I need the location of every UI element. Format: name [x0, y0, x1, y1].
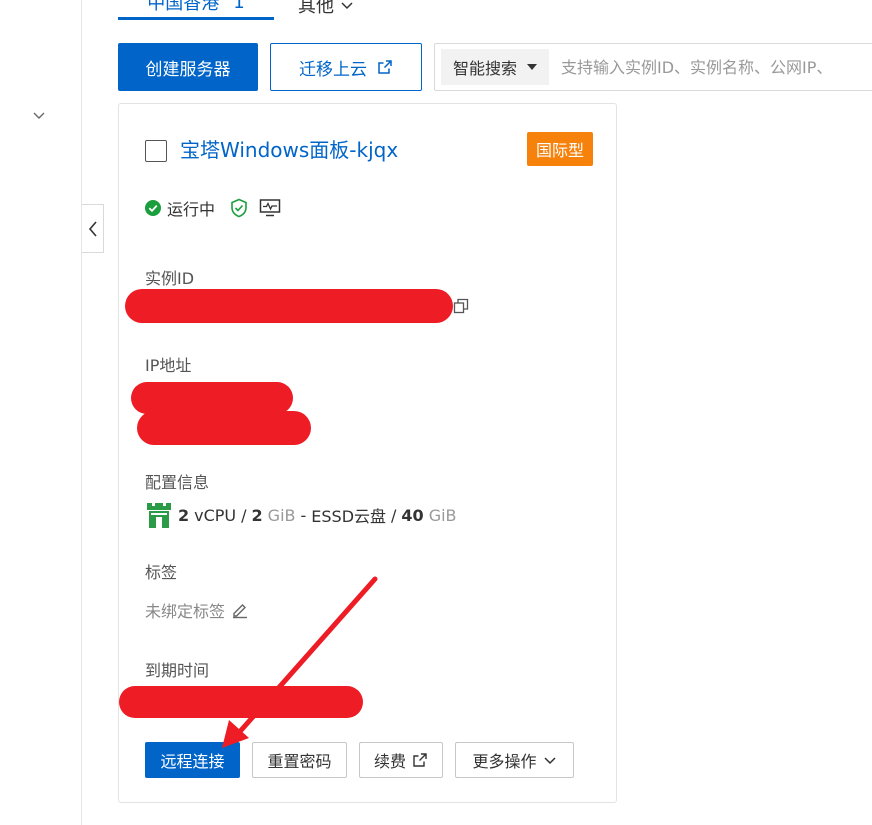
config-info: 2 vCPU / 2 GiB - ESSD云盘 / 40 GiB — [145, 500, 462, 530]
tab-label: 中国香港 — [147, 0, 220, 14]
separator: / — [391, 505, 397, 525]
disk-unit: GiB — [428, 505, 457, 525]
chevron-down-icon — [340, 0, 354, 12]
expire-time-label: 到期时间 — [145, 661, 210, 680]
chevron-down-icon — [543, 753, 557, 767]
search-mode-label: 智能搜索 — [453, 59, 518, 78]
config-label: 配置信息 — [145, 473, 210, 492]
search-mode-select[interactable]: 智能搜索 — [441, 49, 550, 85]
action-bar: 远程连接 重置密码 续费 更多操作 — [145, 742, 586, 778]
status-row: 运行中 — [145, 196, 291, 220]
separator: / — [241, 505, 247, 525]
tag-value: 未绑定标签 — [145, 602, 226, 621]
tags-label: 标签 — [145, 563, 178, 582]
create-server-button[interactable]: 创建服务器 — [118, 43, 258, 91]
chevron-down-icon[interactable] — [30, 106, 48, 124]
renew-button[interactable]: 续费 — [359, 742, 443, 778]
memory-unit: GiB — [267, 505, 296, 525]
external-link-icon — [412, 752, 428, 768]
tab-hongkong[interactable]: 中国香港 1 — [118, 0, 274, 20]
remote-connect-button[interactable]: 远程连接 — [145, 742, 240, 778]
chevron-left-icon — [88, 220, 97, 237]
shield-check-icon[interactable] — [229, 198, 249, 218]
separator: - — [300, 505, 307, 525]
search-input[interactable] — [561, 57, 872, 77]
migrate-to-cloud-button[interactable]: 迁移上云 — [270, 43, 422, 91]
copy-icon[interactable] — [453, 298, 469, 314]
renew-label: 续费 — [373, 752, 406, 771]
caret-down-icon — [527, 64, 538, 70]
more-actions-dropdown[interactable]: 更多操作 — [455, 742, 574, 778]
more-actions-label: 更多操作 — [472, 752, 537, 771]
redacted-instance-id — [125, 289, 453, 323]
tab-label: 其他 — [298, 0, 334, 17]
memory-size: 2 — [251, 505, 263, 525]
instance-checkbox[interactable] — [145, 140, 167, 162]
redacted-ip-1 — [131, 382, 293, 414]
ip-address-label: IP地址 — [145, 356, 192, 375]
region-tabs: 中国香港 1 其他 — [118, 0, 378, 20]
redacted-ip-2 — [137, 411, 311, 445]
status-text: 运行中 — [167, 200, 216, 219]
castle-icon — [145, 500, 173, 530]
redacted-expire-time — [119, 686, 363, 718]
cpu-count: 2 — [178, 505, 190, 525]
search-box: 智能搜索 — [434, 43, 872, 91]
tab-count: 1 — [233, 0, 245, 13]
disk-type: ESSD云盘 — [311, 507, 387, 526]
disk-size: 40 — [401, 505, 424, 525]
external-link-icon — [377, 59, 393, 75]
instance-type-badge: 国际型 — [527, 132, 593, 166]
instance-card: 宝塔Windows面板-kjqx 国际型 运行中 实例ID IP地址 配置信息 … — [118, 103, 617, 803]
cpu-unit: vCPU — [194, 505, 237, 525]
edit-pencil-icon[interactable] — [231, 601, 249, 619]
instance-name-link[interactable]: 宝塔Windows面板-kjqx — [180, 134, 398, 163]
instance-id-label: 实例ID — [145, 269, 195, 288]
collapse-sidebar-button[interactable] — [82, 204, 104, 253]
check-circle-icon — [145, 200, 161, 216]
tag-row: 未绑定标签 — [145, 598, 249, 622]
reset-password-button[interactable]: 重置密码 — [252, 742, 347, 778]
monitor-icon[interactable] — [259, 198, 281, 218]
migrate-label: 迁移上云 — [299, 59, 367, 80]
tab-other[interactable]: 其他 — [298, 0, 354, 20]
left-rail — [0, 0, 82, 825]
